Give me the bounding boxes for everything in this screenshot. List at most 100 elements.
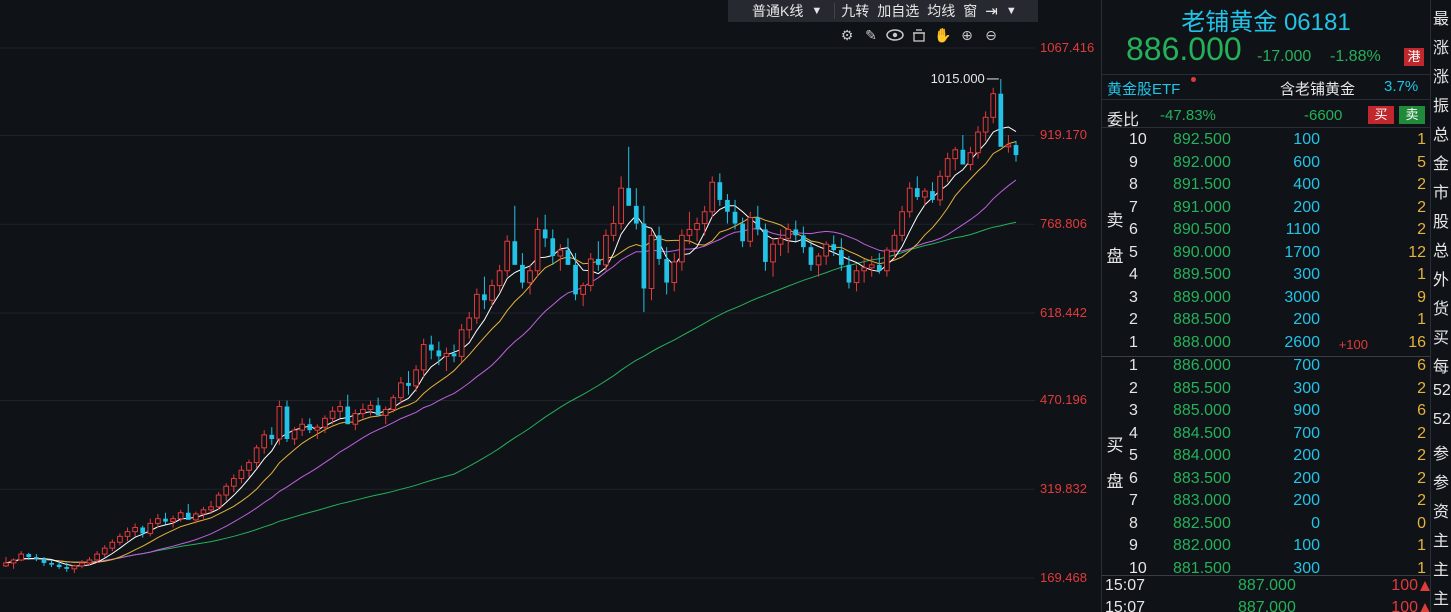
jiuzhuan-button[interactable]: 九转	[837, 1, 873, 21]
candle-body	[815, 255, 822, 266]
bid-row[interactable]: 2 885.500 300 2	[1102, 380, 1430, 403]
book-price: 888.500	[1173, 311, 1231, 328]
candle-body	[557, 249, 564, 257]
candle	[633, 188, 639, 230]
candle-body	[3, 562, 9, 567]
kline-chart[interactable]: 1015.000	[0, 0, 1100, 612]
book-order-count: 1	[1417, 131, 1426, 148]
ask-row[interactable]: 1 888.000 2600 +100 16	[1102, 334, 1430, 357]
candle-body	[899, 211, 905, 236]
up-arrow-icon	[1420, 581, 1430, 591]
ask-row[interactable]: 9 892.000 600 5	[1102, 154, 1430, 177]
candle	[496, 264, 503, 292]
ask-row[interactable]: 10 892.500 100 1	[1102, 131, 1430, 154]
up-arrow-icon	[1420, 603, 1430, 612]
ask-row[interactable]: 5 890.000 1700 12	[1102, 244, 1430, 267]
candle-body	[329, 410, 336, 419]
stat-label: 最	[1433, 11, 1450, 28]
stock-code: 06181	[1283, 9, 1351, 36]
bid-row[interactable]: 9 882.000 100 1	[1102, 537, 1430, 560]
trade-volume: 100	[1391, 599, 1418, 612]
ask-row[interactable]: 7 891.000 200 2	[1102, 199, 1430, 222]
add-watchlist-button[interactable]: 加自选	[873, 1, 923, 21]
etf-name[interactable]: 黄金股ETF	[1107, 78, 1180, 99]
ask-row[interactable]: 4 889.500 300 1	[1102, 266, 1430, 289]
book-volume: 1100	[1285, 221, 1320, 238]
bid-row[interactable]: 8 882.500 0 0	[1102, 515, 1430, 538]
stat-label: 买	[1433, 330, 1450, 347]
candle	[147, 518, 154, 537]
book-order-count: 2	[1417, 221, 1426, 238]
candle	[140, 525, 146, 538]
bid-row[interactable]: 1 886.000 700 6	[1102, 357, 1430, 380]
sell-button[interactable]: 卖	[1399, 106, 1425, 124]
candle	[223, 483, 230, 501]
candle-body	[208, 506, 214, 511]
price-axis-tick: 1067.416	[1040, 40, 1095, 55]
stat-label: 52	[1433, 382, 1451, 399]
candle-body	[170, 518, 176, 523]
book-level: 5	[1129, 243, 1138, 261]
eye-icon[interactable]	[886, 26, 904, 44]
zoom-out-icon[interactable]: ⊖	[982, 26, 1000, 44]
candle	[694, 217, 700, 242]
book-level: 3	[1129, 402, 1138, 419]
candle	[49, 559, 54, 568]
book-price: 882.000	[1173, 537, 1231, 554]
candle	[527, 264, 533, 295]
collapse-panel-icon[interactable]: ⇥	[981, 2, 1002, 20]
kline-chart-area[interactable]: 1015.000 1067.416 919.170 768.806 618.442 47…	[0, 0, 1100, 612]
bid-row[interactable]: 5 884.000 200 2	[1102, 447, 1430, 470]
candle	[504, 235, 511, 277]
ask-row[interactable]: 6 890.500 1100 2	[1102, 221, 1430, 244]
candle-body	[990, 93, 997, 118]
candle	[200, 506, 207, 519]
candle-body	[458, 329, 465, 357]
bid-row[interactable]: 3 885.000 900 6	[1102, 402, 1430, 425]
ask-row[interactable]: 3 889.000 3000 9	[1102, 289, 1430, 312]
buy-button[interactable]: 买	[1368, 106, 1394, 124]
candle-body	[694, 223, 700, 230]
book-price: 889.000	[1173, 288, 1231, 306]
candle-body	[49, 562, 54, 565]
candle-body	[944, 158, 951, 177]
stat-label: 参	[1433, 475, 1450, 492]
candle	[793, 220, 799, 242]
zoom-in-icon[interactable]: ⊕	[958, 26, 976, 44]
candle-body	[375, 405, 381, 416]
bid-row[interactable]: 6 883.500 200 2	[1102, 470, 1430, 493]
moving-average-button[interactable]: 均线	[923, 1, 959, 21]
candle-body	[960, 149, 966, 165]
chevron-down-icon[interactable]: ▼	[807, 5, 832, 17]
chart-type-select[interactable]: 普通K线	[728, 1, 807, 21]
candle	[238, 465, 245, 484]
candle-body	[573, 264, 578, 295]
candle-body	[808, 247, 814, 265]
candle	[648, 229, 655, 301]
settings-icon[interactable]: ⚙	[838, 26, 856, 44]
pen-icon[interactable]: ✎	[862, 26, 880, 44]
stat-label: 货	[1433, 301, 1450, 318]
book-level: 5	[1129, 447, 1138, 464]
etf-row[interactable]: 黄金股ETF 含老铺黄金 3.7%	[1102, 74, 1430, 100]
book-level: 2	[1129, 311, 1138, 328]
book-volume: 600	[1293, 153, 1320, 171]
stat-label: 振	[1433, 98, 1450, 115]
chevron-down-icon[interactable]: ▼	[1002, 5, 1021, 17]
book-volume: 200	[1293, 492, 1320, 509]
candle	[337, 400, 343, 419]
trade-time: 15:07	[1105, 599, 1146, 612]
book-order-count: 2	[1417, 492, 1426, 509]
candle	[755, 205, 761, 236]
hand-icon[interactable]: ✋	[934, 26, 952, 44]
bid-row[interactable]: 7 883.000 200 2	[1102, 492, 1430, 515]
ask-row[interactable]: 2 888.500 200 1	[1102, 311, 1430, 334]
ask-row[interactable]: 8 891.500 400 2	[1102, 176, 1430, 199]
window-button[interactable]: 窗	[959, 1, 981, 21]
basket-icon[interactable]	[910, 26, 928, 44]
candle	[276, 400, 283, 445]
bid-row[interactable]: 4 884.500 700 2	[1102, 425, 1430, 448]
book-volume: 900	[1293, 402, 1320, 419]
trade-time: 15:07	[1105, 577, 1146, 594]
book-order-count: 5	[1417, 153, 1426, 171]
